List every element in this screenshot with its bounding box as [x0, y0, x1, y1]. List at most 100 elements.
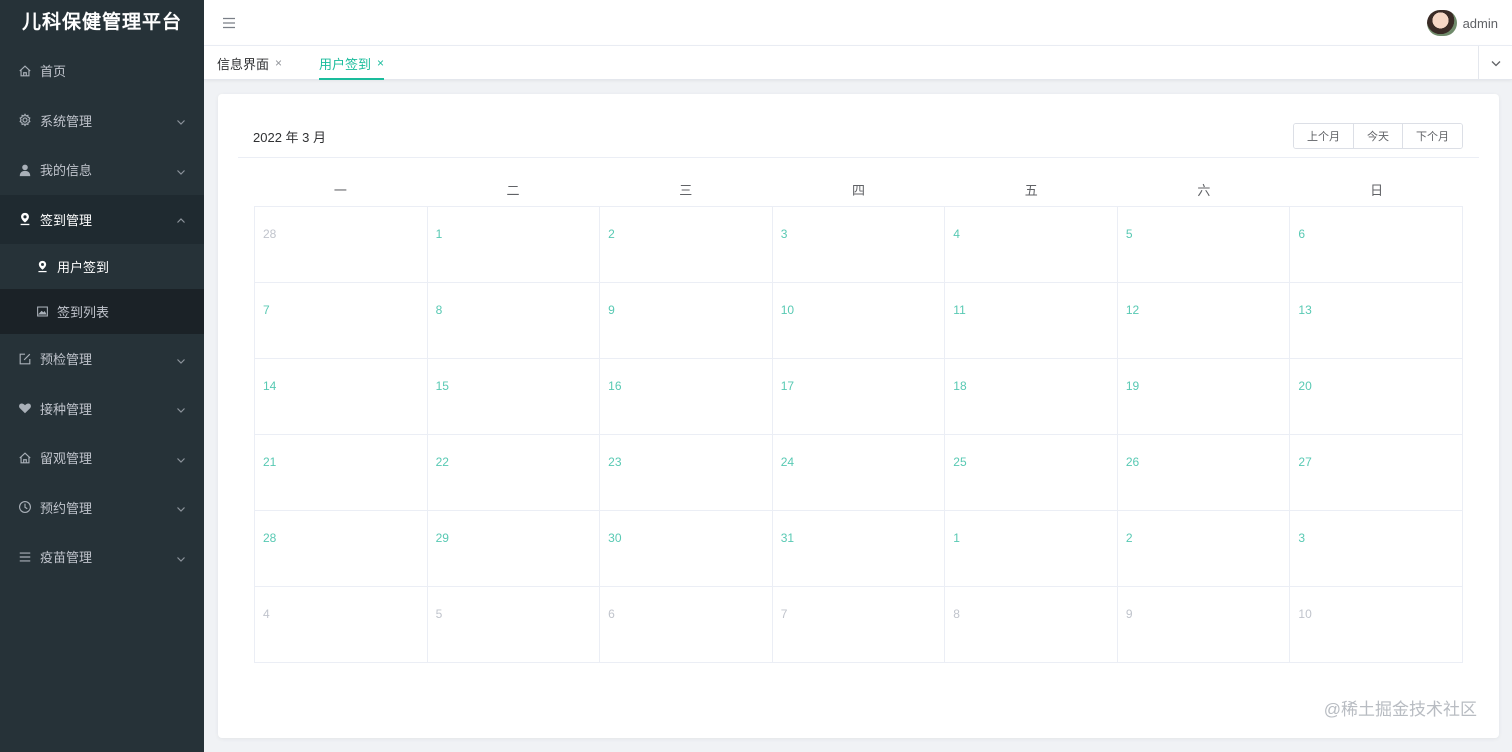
- calendar-day[interactable]: 26: [1117, 435, 1291, 511]
- user-icon: [18, 163, 32, 177]
- calendar-day[interactable]: 6: [1290, 207, 1463, 283]
- close-icon[interactable]: ×: [275, 56, 282, 70]
- calendar-day[interactable]: 9: [600, 283, 773, 359]
- chevron-down-icon: [176, 165, 186, 175]
- calendar-day[interactable]: 29: [427, 511, 601, 587]
- sidebar-item-my-info[interactable]: 我的信息: [0, 145, 204, 195]
- sidebar-item-home[interactable]: 首页: [0, 46, 204, 96]
- sidebar-item-label: 预检管理: [40, 352, 93, 368]
- calendar-day[interactable]: 5: [1117, 207, 1291, 283]
- user-menu[interactable]: admin: [1426, 10, 1498, 36]
- weekday-header: 一二三四五六日: [254, 172, 1463, 206]
- sidebar-subitem-checkin-list[interactable]: 签到列表: [0, 289, 204, 334]
- calendar-day[interactable]: 24: [772, 435, 946, 511]
- calendar-day-other-month[interactable]: 7: [772, 587, 946, 663]
- prev-month-button[interactable]: 上个月: [1294, 124, 1353, 148]
- calendar-day[interactable]: 2: [1117, 511, 1291, 587]
- calendar-day-other-month[interactable]: 28: [255, 207, 428, 283]
- calendar-day[interactable]: 10: [772, 283, 946, 359]
- tab-user-checkin[interactable]: 用户签到 ×: [319, 46, 385, 80]
- close-icon[interactable]: ×: [377, 56, 384, 70]
- tab-label: 用户签到: [319, 56, 372, 72]
- calendar-day[interactable]: 30: [600, 511, 773, 587]
- calendar-day-other-month[interactable]: 8: [945, 587, 1118, 663]
- edit-icon: [18, 352, 32, 366]
- sidebar-item-vaccination[interactable]: 接种管理: [0, 384, 204, 434]
- calendar-day-other-month[interactable]: 4: [255, 587, 428, 663]
- sidebar-item-vaccine[interactable]: 疫苗管理: [0, 532, 204, 582]
- chevron-up-icon: [176, 214, 186, 224]
- checkin-submenu: 用户签到 签到列表: [0, 244, 204, 334]
- calendar-day-other-month[interactable]: 6: [600, 587, 773, 663]
- calendar-day[interactable]: 1: [945, 511, 1118, 587]
- location-pin-icon: [18, 212, 32, 226]
- weekday-label: 日: [1370, 182, 1384, 198]
- home-icon: [18, 64, 32, 78]
- calendar-day[interactable]: 13: [1290, 283, 1463, 359]
- calendar-day[interactable]: 28: [255, 511, 428, 587]
- calendar-day[interactable]: 12: [1117, 283, 1291, 359]
- calendar-day[interactable]: 17: [772, 359, 946, 435]
- calendar-day[interactable]: 16: [600, 359, 773, 435]
- user-name: admin: [1462, 15, 1498, 31]
- calendar-day[interactable]: 27: [1290, 435, 1463, 511]
- sidebar-item-checkin[interactable]: 签到管理: [0, 194, 204, 244]
- sidebar-item-label: 首页: [40, 64, 67, 80]
- calendar-day[interactable]: 8: [427, 283, 601, 359]
- heart-icon: [18, 401, 32, 415]
- tabs-bar: 信息界面 × 用户签到 ×: [204, 46, 1512, 80]
- sidebar-item-label: 我的信息: [40, 163, 93, 179]
- calendar-day[interactable]: 15: [427, 359, 601, 435]
- calendar-title: 2022 年 3 月: [253, 130, 326, 145]
- sidebar-item-appointment[interactable]: 预约管理: [0, 483, 204, 533]
- sidebar-item-label: 预约管理: [40, 500, 93, 516]
- calendar-day[interactable]: 19: [1117, 359, 1291, 435]
- calendar-day[interactable]: 3: [1290, 511, 1463, 587]
- location-pin-icon: [36, 260, 49, 273]
- calendar-day[interactable]: 7: [255, 283, 428, 359]
- tab-label: 信息界面: [217, 56, 270, 72]
- calendar-day-other-month[interactable]: 10: [1290, 587, 1463, 663]
- sidebar-item-label: 疫苗管理: [40, 550, 93, 566]
- calendar-day[interactable]: 23: [600, 435, 773, 511]
- sidebar: 儿科保健管理平台 首页 系统管理 我的信息 签到管理 用户签到 签到列表 预检管…: [0, 0, 204, 752]
- sidebar-item-system[interactable]: 系统管理: [0, 96, 204, 146]
- tabs-dropdown-button[interactable]: [1478, 46, 1512, 80]
- calendar-day[interactable]: 25: [945, 435, 1118, 511]
- calendar-day[interactable]: 20: [1290, 359, 1463, 435]
- sidebar-item-label: 签到管理: [40, 212, 93, 228]
- today-button[interactable]: 今天: [1353, 124, 1402, 148]
- calendar-day[interactable]: 22: [427, 435, 601, 511]
- home-icon: [18, 451, 32, 465]
- calendar-day[interactable]: 31: [772, 511, 946, 587]
- calendar-day-other-month[interactable]: 5: [427, 587, 601, 663]
- avatar: [1426, 10, 1457, 36]
- weekday-label: 六: [1197, 182, 1211, 198]
- calendar-day[interactable]: 3: [772, 207, 946, 283]
- app-title: 儿科保健管理平台: [21, 12, 182, 33]
- calendar-day[interactable]: 18: [945, 359, 1118, 435]
- clock-icon: [18, 500, 32, 514]
- sidebar-subitem-label: 用户签到: [57, 260, 110, 275]
- calendar-day[interactable]: 4: [945, 207, 1118, 283]
- gear-icon: [18, 113, 32, 127]
- calendar-day[interactable]: 1: [427, 207, 601, 283]
- calendar-day-other-month[interactable]: 9: [1117, 587, 1291, 663]
- chevron-down-icon: [176, 552, 186, 562]
- sidebar-item-label: 系统管理: [40, 113, 93, 129]
- calendar-day[interactable]: 14: [255, 359, 428, 435]
- chevron-down-icon: [176, 403, 186, 414]
- chevron-down-icon: [176, 115, 186, 126]
- calendar-day[interactable]: 2: [600, 207, 773, 283]
- calendar-header: 2022 年 3 月 上个月 今天 下个月: [238, 94, 1479, 158]
- sidebar-subitem-user-checkin[interactable]: 用户签到: [0, 244, 204, 289]
- menu-toggle-icon[interactable]: [222, 16, 236, 30]
- tab-info[interactable]: 信息界面 ×: [217, 46, 282, 80]
- calendar-day[interactable]: 11: [945, 283, 1118, 359]
- calendar-day[interactable]: 21: [255, 435, 428, 511]
- sidebar-item-observation[interactable]: 留观管理: [0, 433, 204, 483]
- sidebar-subitem-label: 签到列表: [57, 305, 110, 320]
- next-month-button[interactable]: 下个月: [1402, 124, 1462, 148]
- calendar-nav-buttons: 上个月 今天 下个月: [1293, 123, 1463, 149]
- sidebar-item-precheck[interactable]: 预检管理: [0, 334, 204, 384]
